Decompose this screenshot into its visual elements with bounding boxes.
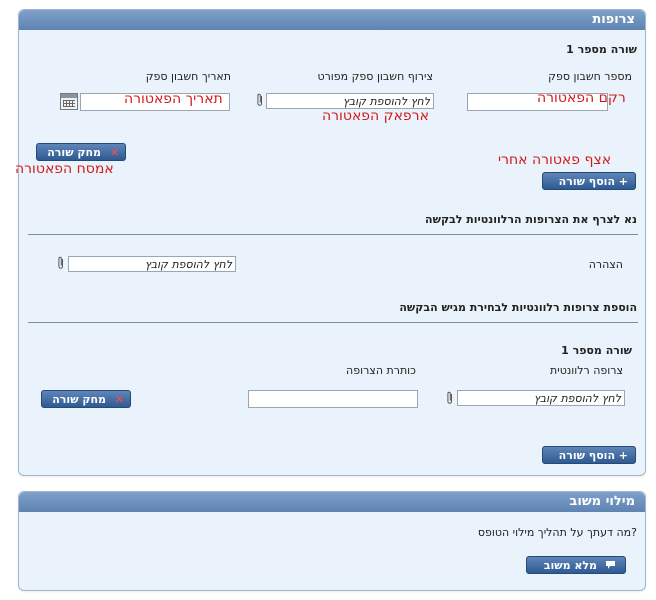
delete-row-label: מחק שורה [47,146,101,159]
delete-row-button[interactable]: ✕ מחק שורה [41,390,131,408]
delete-annotation: אמסח הפאטורה [15,161,114,177]
invoice-number-annotation: רקם הפאטורה [537,90,626,106]
plus-icon: + [618,449,628,462]
comment-icon [605,557,616,575]
add-row-button[interactable]: + הוסף שורה [542,172,636,190]
fill-feedback-button[interactable]: מלא משוב [526,556,626,574]
fill-feedback-label: מלא משוב [543,559,597,572]
paperclip-icon[interactable] [446,391,454,405]
declaration-label: הצהרה [588,258,623,271]
section-divider [28,322,638,323]
section-optional-heading: הוספת צרופות רלוונטיות לבחירת מגיש הבקשה [399,301,637,314]
invoice-date-annotation: תאריך הפאטורה [124,91,223,107]
attachments-panel-header: צרופות [19,10,645,30]
add-row-label: הוסף שורה [558,175,615,188]
col-header-invoice-number: מספר חשבון ספק [548,70,632,83]
col-header-invoice-attach: צירוף חשבון ספק מפורט [317,70,433,83]
feedback-panel-header: מילוי משוב [19,492,645,512]
invoice-file-input[interactable]: לחץ להוספת קובץ [266,93,434,109]
plus-icon: + [618,175,628,188]
col-header-relevant-attachment: צרופה רלוונטית [550,364,623,377]
feedback-question: מה דעתך על תהליך מילוי הטופס? [477,526,637,539]
calendar-icon[interactable] [60,93,78,110]
delete-row-label: מחק שורה [52,393,106,406]
invoice-attach-annotation: ארפאק הפאטורה [322,108,429,124]
relevant-attachment-file-input[interactable]: לחץ להוספת קובץ [457,390,625,406]
attachment-title-input[interactable] [248,390,418,408]
feedback-panel-title: מילוי משוב [569,494,635,509]
paperclip-icon[interactable] [57,256,65,270]
feedback-panel: מילוי משוב [18,491,646,591]
col-header-attachment-title: כותרת הצרופה [346,364,416,377]
attachments-panel-title: צרופות [592,12,635,27]
paperclip-icon[interactable] [256,93,264,107]
declaration-file-input[interactable]: לחץ להוספת קובץ [68,256,236,272]
row-title: שורה מספר 1 [561,344,632,357]
add-annotation: אצף פאטורה אחרי [498,152,612,168]
section-required-heading: נא לצרף את הצרופות הרלוונטיות לבקשה [425,213,637,226]
delete-row-button[interactable]: ✕ מחק שורה [36,143,126,161]
col-header-invoice-date: תאריך חשבון ספק [145,70,231,83]
add-row-button[interactable]: + הוסף שורה [542,446,636,464]
delete-icon: ✕ [114,393,124,406]
delete-icon: ✕ [109,146,119,159]
section-divider [28,234,638,235]
row-title: שורה מספר 1 [566,43,637,56]
add-row-label: הוסף שורה [558,449,615,462]
